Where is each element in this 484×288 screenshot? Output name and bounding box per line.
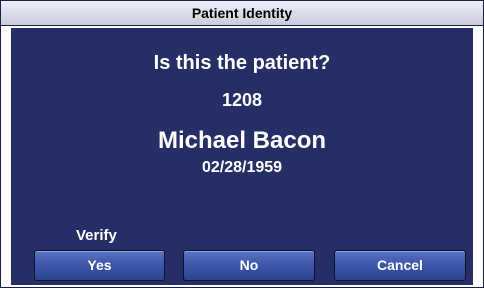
cancel-button[interactable]: Cancel [334, 250, 466, 281]
patient-name: Michael Bacon [157, 127, 327, 154]
verify-label: Verify [76, 227, 117, 244]
patient-dob: 02/28/1959 [201, 159, 283, 176]
identity-panel: Is this the patient? 1208 Michael Bacon … [11, 28, 473, 285]
confirmation-question: Is this the patient? [153, 52, 331, 74]
no-button[interactable]: No [183, 250, 315, 281]
dialog-title: Patient Identity [1, 1, 483, 26]
yes-button[interactable]: Yes [34, 250, 165, 281]
patient-identity-dialog: Patient Identity Is this the patient? 12… [0, 0, 484, 288]
patient-id: 1208 [221, 90, 263, 110]
